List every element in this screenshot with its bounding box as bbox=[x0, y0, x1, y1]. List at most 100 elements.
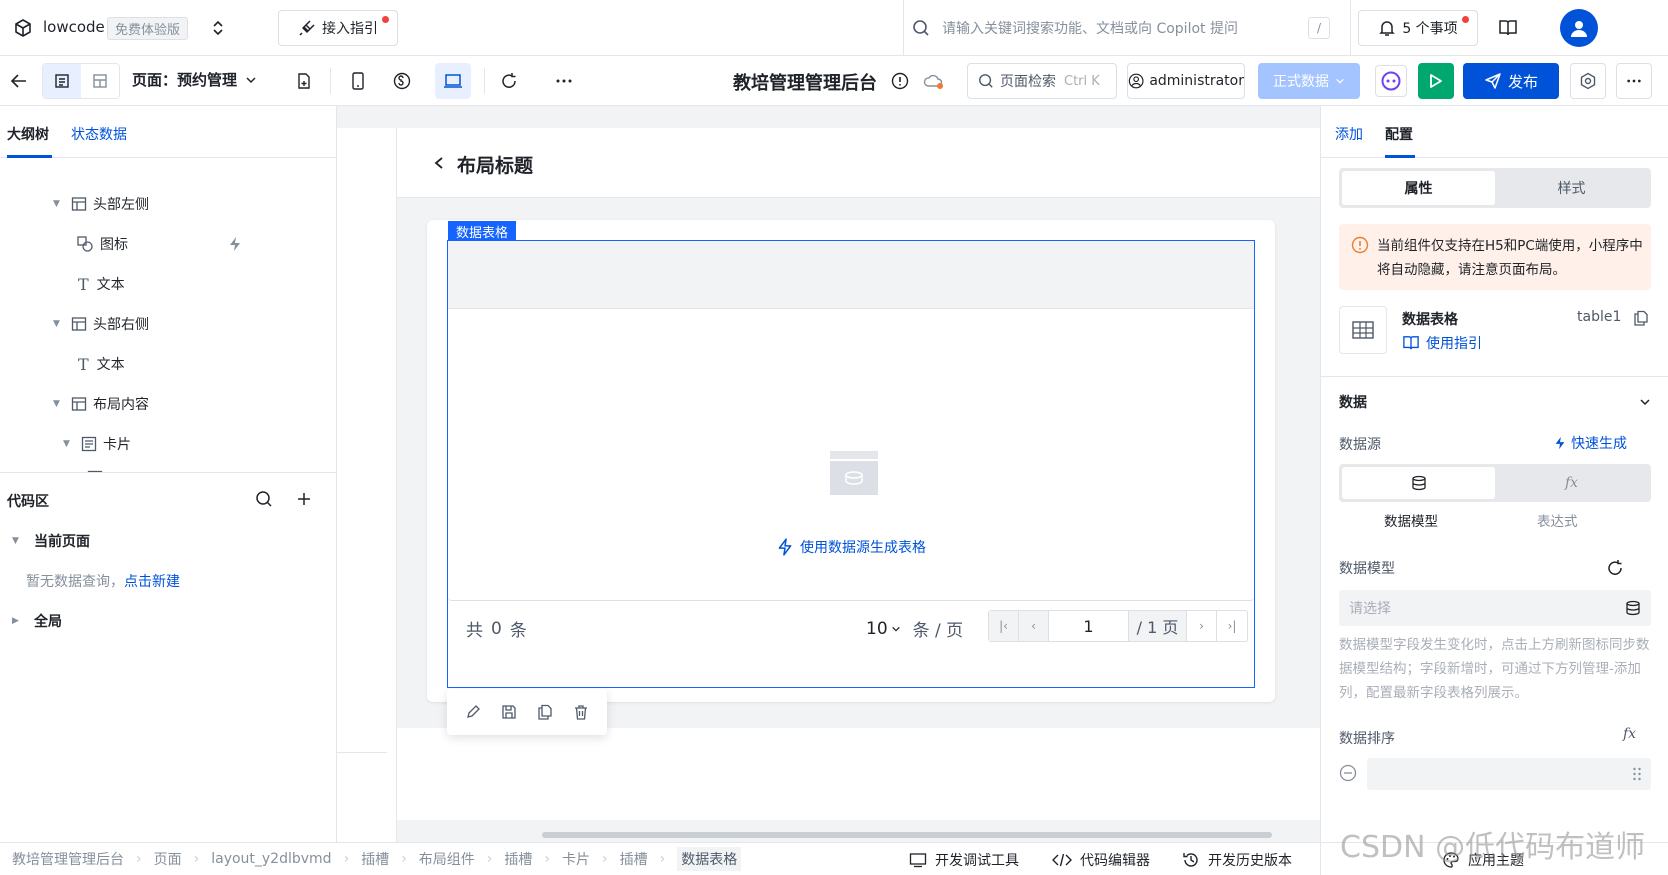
tab-add[interactable]: 添加 bbox=[1335, 124, 1363, 144]
next-page-icon[interactable]: › bbox=[1187, 611, 1217, 641]
global-group[interactable]: ▶ 全局 bbox=[12, 606, 62, 636]
component-tag: 数据表格 bbox=[448, 221, 517, 241]
tree-node-header-right[interactable]: ▼ 头部右侧 bbox=[53, 309, 149, 339]
preview-run-button[interactable] bbox=[1418, 63, 1454, 99]
last-page-icon[interactable]: ›| bbox=[1217, 611, 1247, 641]
tree-node-icon[interactable]: 图标 bbox=[76, 229, 246, 259]
tree-node-text[interactable]: T 文本 bbox=[78, 269, 125, 299]
history-button[interactable]: 开发历史版本 bbox=[1182, 850, 1292, 870]
breadcrumb-item[interactable]: 插槽 bbox=[620, 849, 648, 869]
layout-view-icon[interactable] bbox=[81, 64, 119, 98]
data-section-header[interactable]: 数据 bbox=[1339, 390, 1651, 414]
refresh-icon[interactable] bbox=[498, 70, 520, 92]
page-size-selector[interactable]: 10 条 / 页 bbox=[866, 616, 964, 642]
more-horizontal-icon[interactable] bbox=[553, 70, 575, 92]
usage-guide-link[interactable]: 使用指引 bbox=[1402, 333, 1482, 353]
save-icon[interactable] bbox=[501, 704, 517, 720]
model-select[interactable]: 请选择 bbox=[1339, 590, 1651, 626]
plus-icon[interactable] bbox=[295, 490, 313, 508]
global-search[interactable]: 请输入关键词搜索功能、文档或向 Copilot 提问 / bbox=[912, 10, 1342, 46]
tree-node-layout-content[interactable]: ▼ 布局内容 bbox=[53, 389, 149, 419]
delete-icon[interactable] bbox=[573, 704, 589, 720]
tree-node-header-left[interactable]: ▼ 头部左侧 bbox=[53, 189, 149, 219]
plug-icon bbox=[299, 20, 315, 36]
data-table[interactable]: 数据表格 使用数据源生成表格 共 0 条 10 条 / 页 |‹ ‹ 1 / 1… bbox=[447, 221, 1255, 688]
page-search-button[interactable]: 页面检索 Ctrl K bbox=[967, 63, 1117, 99]
back-arrow-icon[interactable] bbox=[8, 70, 30, 92]
quick-generate-link[interactable]: 快速生成 bbox=[1553, 433, 1627, 453]
mobile-preview-icon[interactable] bbox=[347, 70, 369, 92]
breadcrumb-item[interactable]: 插槽 bbox=[361, 849, 389, 869]
new-page-icon[interactable] bbox=[293, 70, 315, 92]
docs-book-icon[interactable] bbox=[1496, 17, 1520, 39]
seg-props[interactable]: 属性 bbox=[1342, 171, 1495, 205]
create-query-link[interactable]: 点击新建 bbox=[124, 571, 180, 591]
breadcrumb-item[interactable]: 布局组件 bbox=[419, 849, 475, 869]
breadcrumb-item[interactable]: 卡片 bbox=[562, 849, 590, 869]
theme-label: 应用主题 bbox=[1468, 853, 1524, 869]
guide-button[interactable]: 接入指引 bbox=[278, 10, 398, 46]
breadcrumb-current[interactable]: 数据表格 bbox=[677, 847, 742, 871]
database-icon bbox=[1411, 475, 1426, 491]
copilot-button[interactable] bbox=[1375, 65, 1407, 97]
current-page-label: 当前页面 bbox=[34, 534, 90, 550]
publish-button[interactable]: 发布 bbox=[1463, 63, 1559, 99]
tree-node-text[interactable]: T 文本 bbox=[78, 349, 125, 379]
pc-preview-icon[interactable] bbox=[435, 63, 471, 99]
env-selector[interactable]: 正式数据 bbox=[1258, 63, 1360, 99]
component-name: 数据表格 bbox=[1402, 312, 1458, 328]
first-page-icon[interactable]: |‹ bbox=[989, 611, 1019, 641]
ds-model-tab[interactable] bbox=[1342, 467, 1495, 499]
horizontal-scrollbar[interactable] bbox=[542, 832, 1272, 838]
page-view-icon[interactable] bbox=[43, 64, 81, 98]
current-page-group[interactable]: ▼ 当前页面 bbox=[12, 526, 90, 556]
breadcrumb-item[interactable]: layout_y2dlbvmd bbox=[211, 851, 331, 867]
todo-button[interactable]: 5 个事项 bbox=[1358, 10, 1478, 46]
text-type-icon: T bbox=[78, 274, 89, 294]
seg-style[interactable]: 样式 bbox=[1495, 171, 1648, 205]
sort-field-select[interactable] bbox=[1367, 758, 1651, 790]
refresh-icon[interactable] bbox=[1606, 559, 1624, 577]
breadcrumb-item[interactable]: 插槽 bbox=[504, 849, 532, 869]
ds-expr-tab[interactable]: fx bbox=[1495, 467, 1648, 499]
copy-icon[interactable] bbox=[537, 704, 553, 720]
total-prefix: 共 bbox=[466, 621, 483, 641]
tab-config[interactable]: 配置 bbox=[1385, 124, 1413, 144]
theme-button[interactable]: 应用主题 bbox=[1442, 850, 1524, 870]
more-menu-button[interactable] bbox=[1616, 63, 1652, 99]
breadcrumb-item[interactable]: 教培管理管理后台 bbox=[12, 849, 124, 869]
chevron-left-icon[interactable] bbox=[433, 156, 445, 170]
info-icon[interactable] bbox=[889, 70, 911, 92]
user-avatar[interactable] bbox=[1560, 9, 1598, 47]
drag-handle-icon[interactable] bbox=[1632, 766, 1642, 782]
warning-alert: 当前组件仅支持在H5和PC端使用，小程序中将自动隐藏，请注意页面布局。 bbox=[1339, 224, 1651, 290]
switch-app-icon[interactable] bbox=[208, 18, 228, 38]
user-button[interactable]: administrator bbox=[1127, 63, 1245, 99]
minus-circle-icon[interactable] bbox=[1339, 764, 1357, 782]
settings-button[interactable] bbox=[1570, 63, 1606, 99]
divider bbox=[1350, 0, 1351, 56]
tab-outline-tree[interactable]: 大纲树 bbox=[7, 124, 49, 144]
tree-node-card[interactable]: ▼ 卡片 bbox=[63, 429, 131, 459]
page-size-unit: 条 / 页 bbox=[912, 621, 964, 641]
page-input[interactable]: 1 bbox=[1049, 611, 1129, 641]
tab-state-data[interactable]: 状态数据 bbox=[71, 124, 127, 144]
debug-tools-button[interactable]: 开发调试工具 bbox=[909, 850, 1019, 870]
prev-page-icon[interactable]: ‹ bbox=[1019, 611, 1049, 641]
copy-icon[interactable] bbox=[1633, 310, 1649, 326]
breadcrumb-item[interactable]: 页面 bbox=[154, 849, 182, 869]
fx-icon[interactable]: fx bbox=[1623, 726, 1636, 742]
palette-icon bbox=[1443, 852, 1459, 868]
lightning-icon[interactable] bbox=[227, 236, 243, 252]
generate-table-link[interactable]: 使用数据源生成表格 bbox=[776, 537, 926, 557]
code-editor-button[interactable]: 代码编辑器 bbox=[1052, 850, 1150, 870]
send-icon bbox=[1485, 73, 1501, 89]
search-icon[interactable] bbox=[255, 490, 273, 508]
page-selector[interactable]: 页面：预约管理 bbox=[132, 69, 257, 90]
mini-program-icon[interactable] bbox=[391, 70, 413, 92]
quick-generate-label: 快速生成 bbox=[1571, 436, 1627, 452]
edit-icon[interactable] bbox=[465, 704, 481, 720]
caret-down-icon: ▼ bbox=[53, 199, 60, 209]
chevron-down-icon bbox=[891, 626, 900, 632]
user-name: administrator bbox=[1149, 73, 1244, 89]
